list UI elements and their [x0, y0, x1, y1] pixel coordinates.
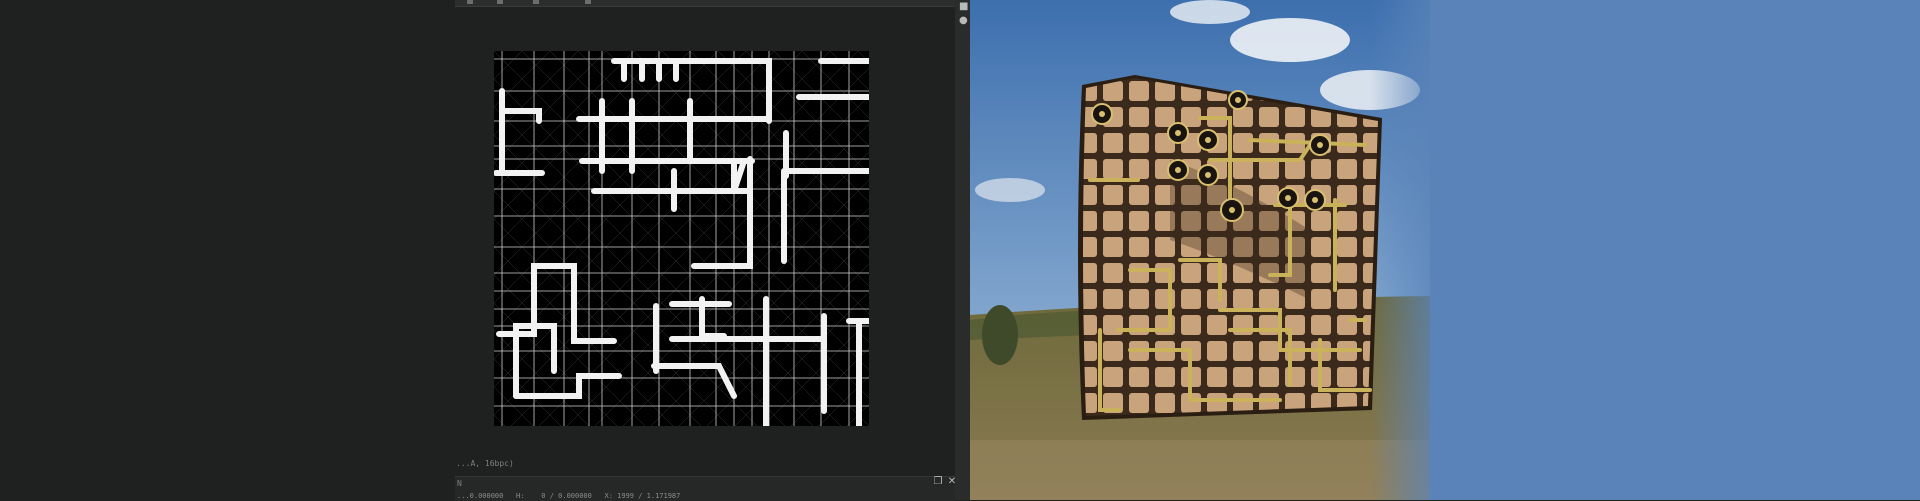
camera-icon[interactable]: ■ — [959, 2, 968, 12]
toolbar-icon[interactable] — [533, 0, 539, 4]
texture-status-bar: N ...0.000000 H: 0 / 0.000000 X: 1999 / … — [455, 476, 955, 501]
toolbar-icon[interactable] — [467, 0, 473, 4]
texture-format-label: ...A, 16bpc) — [456, 459, 514, 468]
light-bulb-icon[interactable]: ● — [959, 16, 968, 26]
viewport-side-toolbar — [955, 0, 970, 500]
status-title: N — [457, 479, 462, 488]
pixel-readout: ...0.000000 H: 0 / 0.000000 X: 1999 / 1.… — [457, 492, 681, 500]
top-menu-strip — [455, 0, 970, 7]
toolbar-icon[interactable] — [497, 0, 503, 4]
pipe-mask-texture — [494, 51, 869, 426]
texture-editor-panel: ...A, 16bpc) N ...0.000000 H: 0 / 0.0000… — [0, 0, 970, 501]
3d-viewport[interactable] — [970, 0, 1920, 500]
cube-render-scene — [970, 0, 1920, 500]
restore-window-icon[interactable]: ❐ — [932, 476, 944, 488]
toolbar-icon[interactable] — [585, 0, 591, 4]
texture-preview[interactable] — [494, 51, 869, 426]
